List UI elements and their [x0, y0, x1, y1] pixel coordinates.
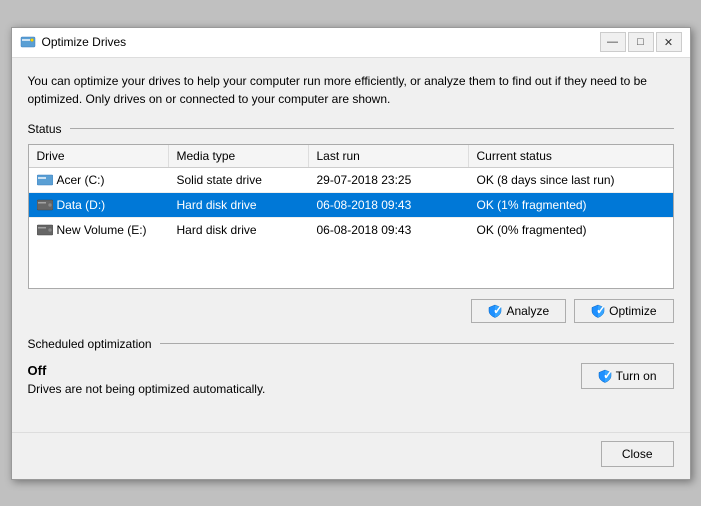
ssd-drive-icon [37, 172, 53, 188]
window-title: Optimize Drives [42, 35, 127, 49]
drive-last-run-cell: 29-07-2018 23:25 [309, 168, 469, 192]
turn-on-shield-icon: ✓ [598, 369, 612, 383]
analyze-shield-icon: ✓ [488, 304, 502, 318]
main-content: You can optimize your drives to help you… [12, 58, 690, 428]
close-dialog-button[interactable]: Close [601, 441, 674, 467]
dialog-footer: Close [12, 432, 690, 479]
minimize-button[interactable]: — [600, 32, 626, 52]
status-divider [70, 128, 674, 129]
header-drive: Drive [29, 145, 169, 167]
optimize-drives-window: Optimize Drives — □ ✕ You can optimize y… [11, 27, 691, 480]
scheduled-info: Off Drives are not being optimized autom… [28, 363, 581, 396]
hdd-drive-icon [37, 197, 53, 213]
hdd-drive-icon [37, 222, 53, 238]
header-media-type: Media type [169, 145, 309, 167]
drive-media-type-cell: Hard disk drive [169, 193, 309, 217]
window-close-button[interactable]: ✕ [656, 32, 682, 52]
drive-name-cell: Acer (C:) [29, 168, 169, 192]
analyze-button[interactable]: ✓ Analyze [471, 299, 566, 323]
scheduled-status: Off [28, 363, 581, 378]
title-bar-left: Optimize Drives [20, 34, 127, 50]
turn-on-button[interactable]: ✓ Turn on [581, 363, 674, 389]
title-controls: — □ ✕ [600, 32, 682, 52]
drive-last-run-cell: 06-08-2018 09:43 [309, 193, 469, 217]
scheduled-section: Scheduled optimization Off Drives are no… [28, 337, 674, 400]
drive-status-cell: OK (0% fragmented) [469, 218, 673, 242]
svg-text:✓: ✓ [493, 304, 502, 317]
maximize-button[interactable]: □ [628, 32, 654, 52]
optimize-button[interactable]: ✓ Optimize [574, 299, 673, 323]
scheduled-label: Scheduled optimization [28, 337, 152, 351]
drive-name-cell: New Volume (E:) [29, 218, 169, 242]
scheduled-header: Scheduled optimization [28, 337, 674, 351]
action-buttons: ✓ Analyze ✓ Optimize [28, 299, 674, 323]
drive-last-run-cell: 06-08-2018 09:43 [309, 218, 469, 242]
table-body: Acer (C:) Solid state drive 29-07-2018 2… [29, 168, 673, 288]
description-text: You can optimize your drives to help you… [28, 72, 674, 108]
svg-text:✓: ✓ [596, 304, 605, 317]
window-icon [20, 34, 36, 50]
header-current-status: Current status [469, 145, 673, 167]
table-row[interactable]: Data (D:) Hard disk drive 06-08-2018 09:… [29, 193, 673, 218]
drive-media-type-cell: Hard disk drive [169, 218, 309, 242]
table-row[interactable]: New Volume (E:) Hard disk drive 06-08-20… [29, 218, 673, 242]
status-section-header: Status [28, 122, 674, 136]
drive-name-cell: Data (D:) [29, 193, 169, 217]
title-bar: Optimize Drives — □ ✕ [12, 28, 690, 58]
drive-status-cell: OK (1% fragmented) [469, 193, 673, 217]
scheduled-divider [160, 343, 674, 344]
svg-text:✓: ✓ [603, 369, 612, 382]
drive-media-type-cell: Solid state drive [169, 168, 309, 192]
status-label: Status [28, 122, 62, 136]
table-header-row: Drive Media type Last run Current status [29, 145, 673, 168]
table-row[interactable]: Acer (C:) Solid state drive 29-07-2018 2… [29, 168, 673, 193]
optimize-shield-icon: ✓ [591, 304, 605, 318]
drive-status-cell: OK (8 days since last run) [469, 168, 673, 192]
scheduled-description: Drives are not being optimized automatic… [28, 382, 581, 396]
drives-table: Drive Media type Last run Current status… [28, 144, 674, 289]
scheduled-content: Off Drives are not being optimized autom… [28, 359, 674, 400]
header-last-run: Last run [309, 145, 469, 167]
